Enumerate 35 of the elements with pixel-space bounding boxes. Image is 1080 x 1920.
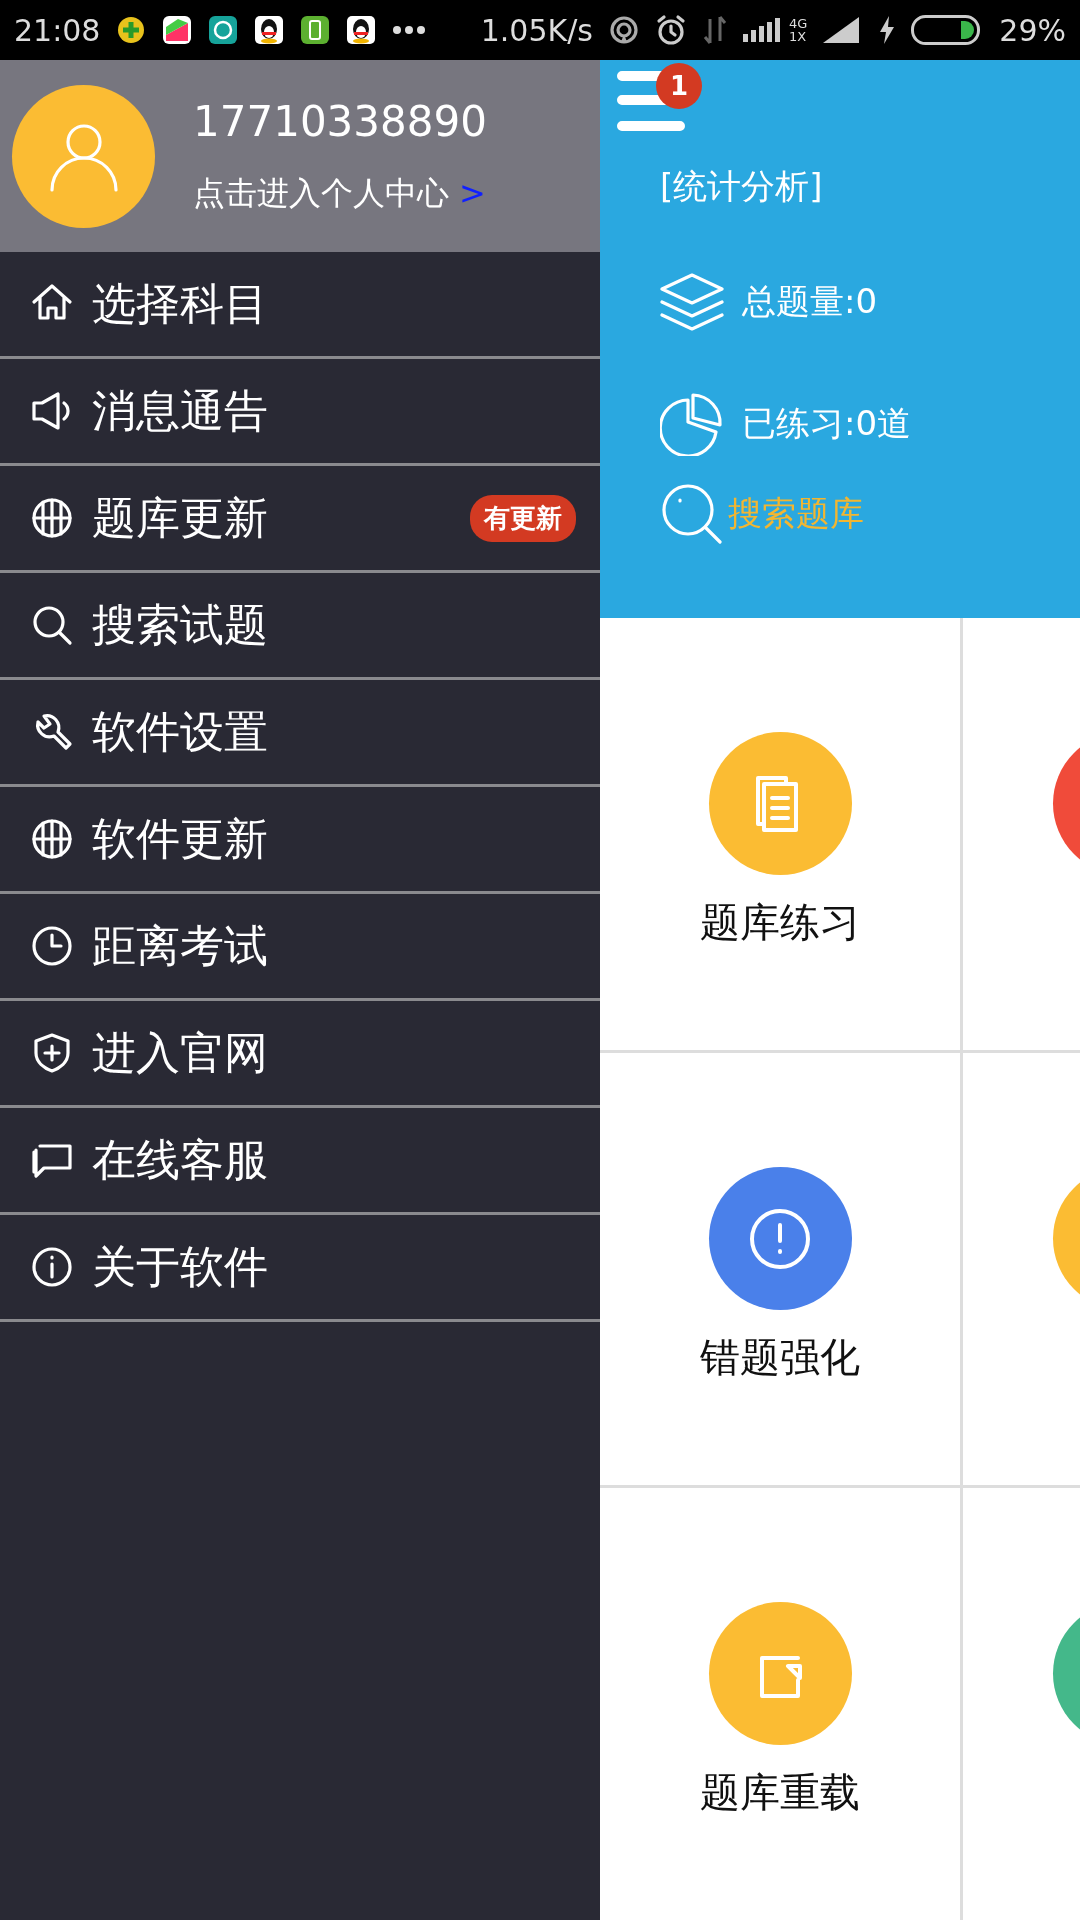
section-title: [统计分析] xyxy=(660,165,823,208)
signal-bars-icon xyxy=(742,18,783,42)
phone-number: 17710338890 xyxy=(193,96,487,146)
stat-text: 总题量:0 xyxy=(742,280,878,323)
globe-icon xyxy=(30,817,74,861)
menu-item[interactable]: 题库更新 有更新 xyxy=(0,466,600,573)
charging-bolt-icon xyxy=(879,16,896,44)
penguin-notification-icon xyxy=(254,15,285,45)
more-notifications-icon xyxy=(392,25,427,35)
feature-tile[interactable]: 题库重载 xyxy=(600,1488,960,1920)
network-speed: 1.05K/s xyxy=(480,12,593,48)
pie-chart-icon xyxy=(660,392,724,456)
feature-tile[interactable]: 题库练习 xyxy=(600,618,960,1050)
search-icon xyxy=(660,482,724,546)
stat-text: 已练习:0道 xyxy=(742,402,912,445)
notification-badge: 1 xyxy=(656,63,702,109)
layers-icon xyxy=(660,272,724,332)
profile-link[interactable]: 点击进入个人中心 > xyxy=(193,171,487,216)
update-badge: 有更新 xyxy=(470,494,576,542)
network-type-label: 1X xyxy=(788,30,808,43)
search-icon xyxy=(30,603,74,647)
app-notification-icon xyxy=(300,15,331,45)
hotspot-icon xyxy=(608,15,639,45)
data-arrows-icon xyxy=(702,15,727,45)
globe-icon xyxy=(30,496,74,540)
penguin-notification-icon xyxy=(346,15,377,45)
clock-icon xyxy=(30,924,74,968)
plus-notification-icon xyxy=(116,15,147,45)
clock-time: 21:08 xyxy=(14,12,101,48)
info-icon xyxy=(30,1245,74,1289)
network-type-label: 4G xyxy=(788,17,808,30)
battery-percent: 29% xyxy=(999,12,1066,48)
feature-tile[interactable]: 错题强化 xyxy=(600,1053,960,1485)
app-notification-icon xyxy=(162,15,193,45)
app-notification-icon xyxy=(208,15,239,45)
